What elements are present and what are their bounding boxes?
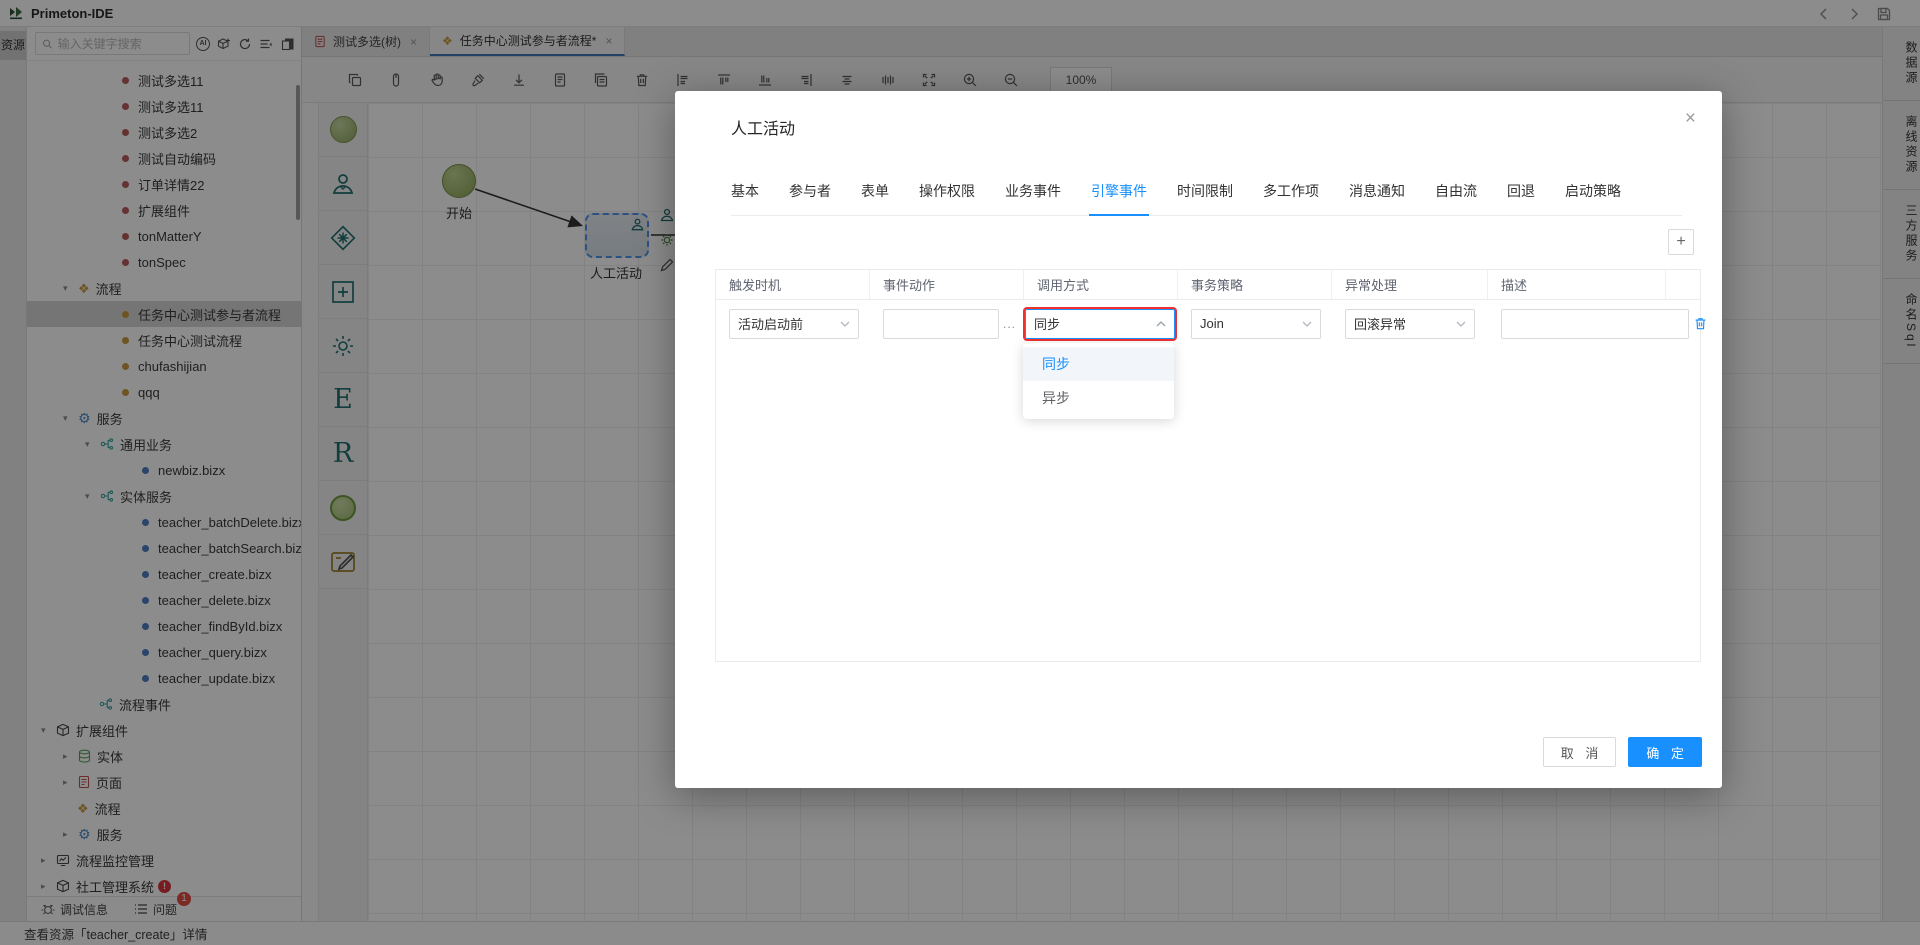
tab-participants[interactable]: 参与者 bbox=[789, 181, 831, 201]
invoke-mode-dropdown: 同步 异步 bbox=[1023, 343, 1174, 419]
dialog-title: 人工活动 bbox=[731, 115, 795, 139]
tab-free-flow[interactable]: 自由流 bbox=[1435, 181, 1477, 201]
table-row: 活动启动前 ... 同步 Join bbox=[716, 300, 1700, 347]
invoke-mode-select-open[interactable]: 同步 bbox=[1025, 309, 1175, 339]
col-description: 描述 bbox=[1488, 270, 1666, 299]
col-action: 事件动作 bbox=[870, 270, 1024, 299]
dialog-footer: 取 消 确 定 bbox=[1543, 737, 1702, 767]
dialog-tab-bar: 基本 参与者 表单 操作权限 业务事件 引擎事件 时间限制 多工作项 消息通知 … bbox=[731, 181, 1682, 216]
ok-button[interactable]: 确 定 bbox=[1628, 737, 1702, 767]
tab-rollback[interactable]: 回退 bbox=[1507, 181, 1535, 201]
tab-start-strategy[interactable]: 启动策略 bbox=[1565, 181, 1621, 201]
exception-select[interactable]: 回滚异常 bbox=[1345, 309, 1475, 339]
chevron-up-icon bbox=[1156, 321, 1166, 327]
tab-basic[interactable]: 基本 bbox=[731, 181, 759, 201]
action-more-button[interactable]: ... bbox=[1003, 317, 1016, 331]
add-row-button[interactable]: + bbox=[1668, 229, 1694, 255]
table-header-row: 触发时机 事件动作 调用方式 事务策略 异常处理 描述 bbox=[716, 270, 1700, 300]
transaction-select[interactable]: Join bbox=[1191, 309, 1321, 339]
cancel-button[interactable]: 取 消 bbox=[1543, 737, 1617, 767]
col-exception: 异常处理 bbox=[1332, 270, 1488, 299]
chevron-down-icon bbox=[840, 321, 850, 327]
tab-business-events[interactable]: 业务事件 bbox=[1005, 181, 1061, 201]
engine-events-table: 触发时机 事件动作 调用方式 事务策略 异常处理 描述 活动启动前 ... bbox=[715, 269, 1701, 662]
col-operations bbox=[1666, 270, 1700, 299]
manual-activity-dialog: 人工活动 × 基本 参与者 表单 操作权限 业务事件 引擎事件 时间限制 多工作… bbox=[675, 91, 1722, 788]
dropdown-option-sync[interactable]: 同步 bbox=[1023, 347, 1174, 381]
close-icon[interactable]: × bbox=[1685, 109, 1696, 128]
tab-engine-events[interactable]: 引擎事件 bbox=[1091, 181, 1147, 201]
dropdown-option-async[interactable]: 异步 bbox=[1023, 381, 1174, 415]
tab-multi-workitem[interactable]: 多工作项 bbox=[1263, 181, 1319, 201]
col-invoke-mode: 调用方式 bbox=[1024, 270, 1178, 299]
tab-permissions[interactable]: 操作权限 bbox=[919, 181, 975, 201]
col-trigger: 触发时机 bbox=[716, 270, 870, 299]
invoke-mode-highlight: 同步 bbox=[1023, 307, 1177, 341]
description-input[interactable] bbox=[1501, 309, 1689, 339]
delete-row-trash-icon[interactable] bbox=[1693, 316, 1708, 331]
tab-time-limit[interactable]: 时间限制 bbox=[1177, 181, 1233, 201]
chevron-down-icon bbox=[1456, 321, 1466, 327]
tab-notifications[interactable]: 消息通知 bbox=[1349, 181, 1405, 201]
chevron-down-icon bbox=[1302, 321, 1312, 327]
action-input[interactable] bbox=[883, 309, 999, 339]
trigger-select[interactable]: 活动启动前 bbox=[729, 309, 859, 339]
col-transaction: 事务策略 bbox=[1178, 270, 1332, 299]
tab-form[interactable]: 表单 bbox=[861, 181, 889, 201]
